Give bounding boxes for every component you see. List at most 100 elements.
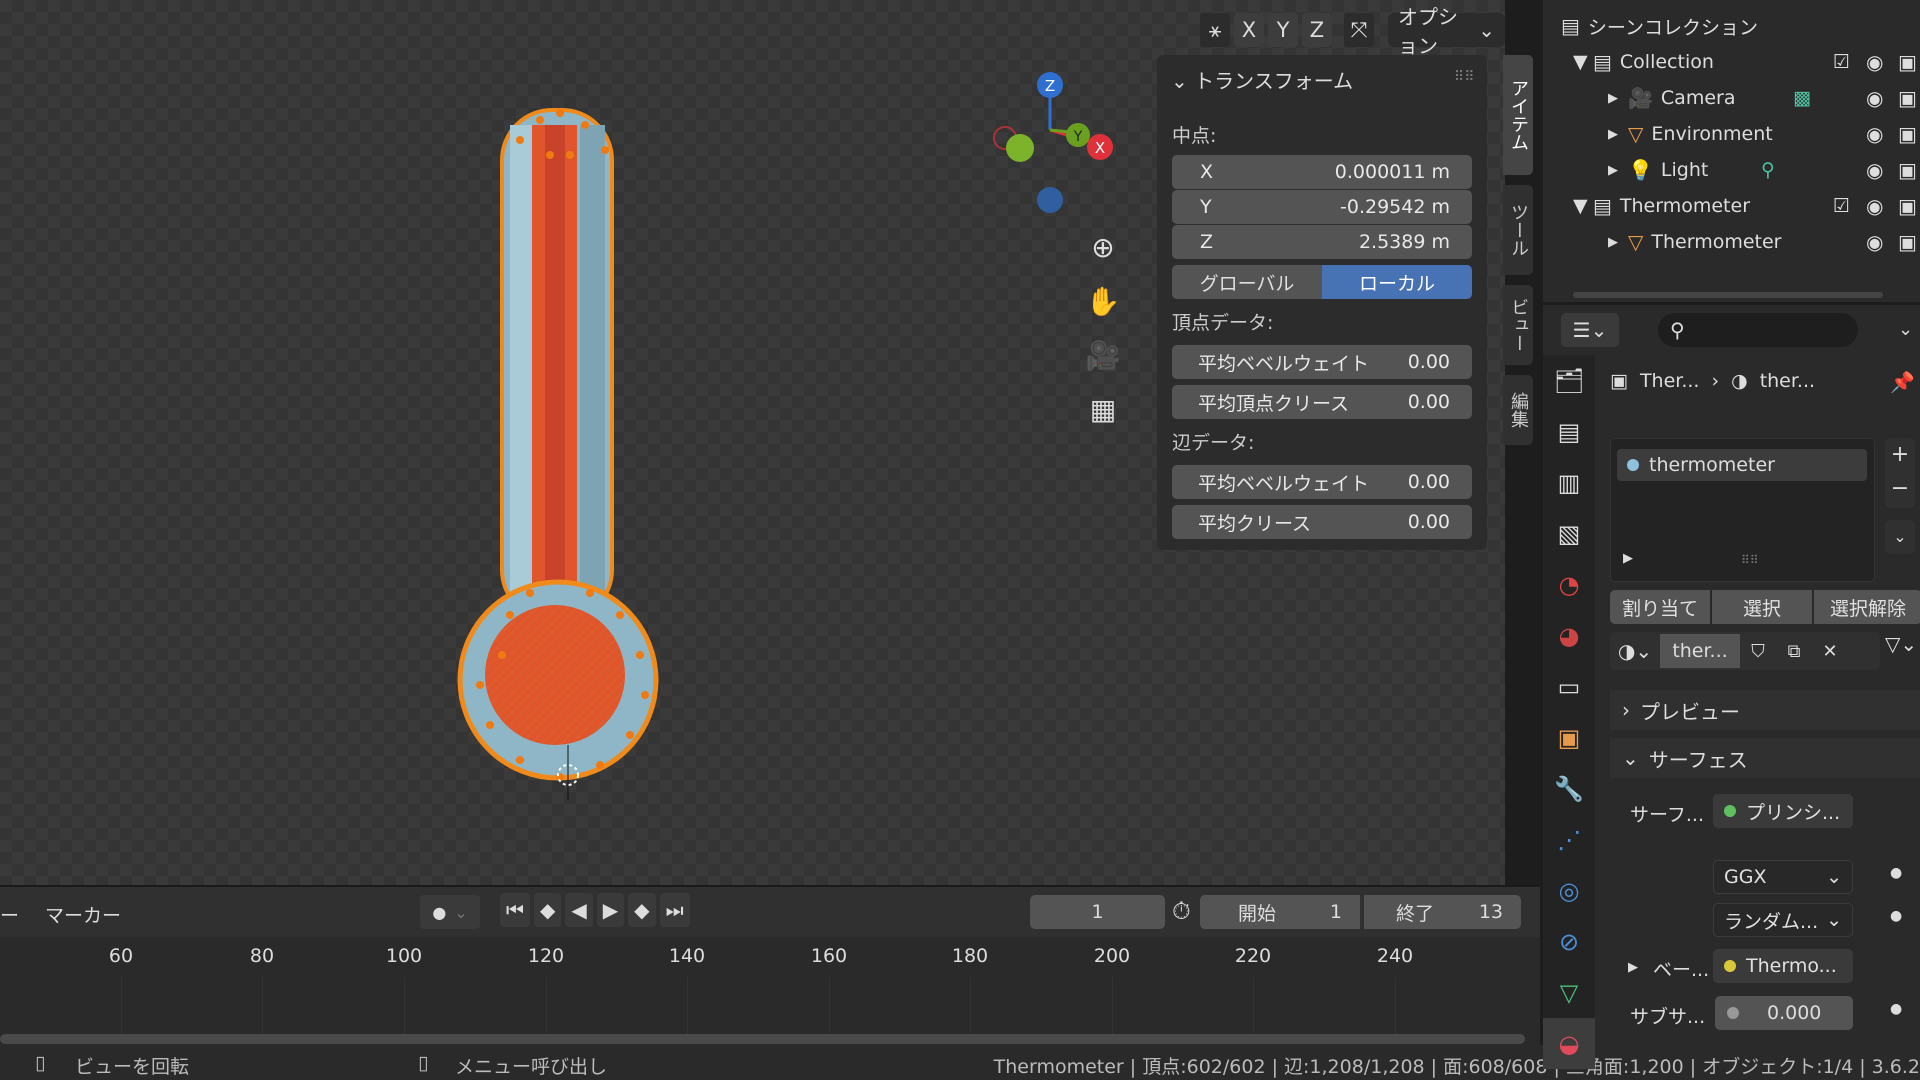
- play-icon[interactable]: ▶: [596, 893, 625, 927]
- link-mesh-icon[interactable]: ▽⌄: [1885, 632, 1917, 656]
- particles-tab-icon[interactable]: ⋰: [1543, 814, 1595, 865]
- axis-y-toggle[interactable]: Y: [1268, 13, 1298, 47]
- tab-view[interactable]: ビュー: [1503, 285, 1533, 365]
- outliner-row[interactable]: ▶ 💡 Light ⚲ ◉ ▣: [1543, 152, 1920, 188]
- axis-z-toggle[interactable]: Z: [1302, 13, 1332, 47]
- material-tab-icon[interactable]: ◒: [1543, 1018, 1595, 1069]
- eye-icon[interactable]: ◉: [1866, 122, 1883, 146]
- assign-button[interactable]: 割り当て: [1610, 590, 1710, 624]
- outliner-row[interactable]: ▶ 🎥 Camera ▩ ◉ ▣: [1543, 80, 1920, 116]
- physics-tab-icon[interactable]: ◎: [1543, 865, 1595, 916]
- pan-hand-icon[interactable]: ✋: [1080, 276, 1126, 326]
- object-tab-icon[interactable]: ▣: [1543, 712, 1595, 763]
- median-x-field[interactable]: X 0.000011 m: [1172, 155, 1472, 189]
- resize-grip-icon[interactable]: ⠿⠿: [1741, 553, 1759, 567]
- mirror-icon[interactable]: ⚹: [1200, 13, 1230, 47]
- edge-crease-field[interactable]: 平均クリース 0.00: [1172, 505, 1472, 539]
- pin-icon[interactable]: 📌: [1890, 370, 1915, 394]
- preview-panel-header[interactable]: › プレビュー: [1610, 690, 1920, 730]
- snap-icon[interactable]: ⤧: [1344, 13, 1374, 47]
- keyframe-dot-icon[interactable]: ●: [1890, 865, 1902, 881]
- distribution-dropdown[interactable]: GGX ⌄: [1713, 860, 1853, 894]
- material-slot-item[interactable]: thermometer: [1617, 449, 1867, 481]
- keyframe-dot-icon[interactable]: ●: [1890, 908, 1902, 924]
- eye-icon[interactable]: ◉: [1866, 86, 1883, 110]
- render-camera-icon[interactable]: ▣: [1898, 50, 1917, 74]
- unlink-x-icon[interactable]: ✕: [1812, 641, 1848, 662]
- eye-icon[interactable]: ◉: [1866, 158, 1883, 182]
- render-camera-icon[interactable]: ▣: [1898, 86, 1917, 110]
- modifier-tab-icon[interactable]: 🔧: [1543, 763, 1595, 814]
- outliner-row[interactable]: ▼ ▤ Thermometer ☑ ◉ ▣: [1543, 188, 1920, 224]
- global-button[interactable]: グローバル: [1172, 265, 1322, 299]
- grid-perspective-icon[interactable]: ▦: [1080, 384, 1126, 434]
- eye-icon[interactable]: ◉: [1866, 194, 1883, 218]
- material-browse-icon[interactable]: ◑⌄: [1610, 639, 1660, 663]
- outliner-row[interactable]: ▼ ▤ Collection ☑ ◉ ▣: [1543, 44, 1920, 80]
- camera-view-icon[interactable]: 🎥: [1080, 330, 1126, 380]
- render-tab-icon[interactable]: ▤: [1543, 406, 1595, 457]
- zoom-icon[interactable]: ⊕: [1080, 222, 1126, 272]
- play-reverse-icon[interactable]: ◀: [565, 893, 593, 927]
- checkbox-icon[interactable]: ☑: [1833, 51, 1850, 73]
- world-tab-icon[interactable]: ◕: [1543, 610, 1595, 661]
- eye-icon[interactable]: ◉: [1866, 230, 1883, 254]
- select-button[interactable]: 選択: [1712, 590, 1812, 624]
- start-frame-field[interactable]: 開始 1: [1200, 895, 1360, 929]
- eye-icon[interactable]: ◉: [1866, 50, 1883, 74]
- jump-start-icon[interactable]: ⏮: [500, 893, 530, 927]
- next-keyframe-icon[interactable]: ◆: [628, 893, 656, 927]
- expand-triangle-icon[interactable]: ▶: [1628, 960, 1638, 975]
- median-z-field[interactable]: Z 2.5389 m: [1172, 225, 1472, 259]
- end-frame-field[interactable]: 終了 13: [1364, 895, 1521, 929]
- view-layer-tab-icon[interactable]: ▧: [1543, 508, 1595, 559]
- fake-user-shield-icon[interactable]: ⛉: [1740, 641, 1776, 662]
- scene-tab-icon[interactable]: ◔: [1543, 559, 1595, 610]
- outliner-row[interactable]: ▶ ▽ Thermometer ◉ ▣: [1543, 224, 1920, 260]
- constraints-tab-icon[interactable]: ⊘: [1543, 916, 1595, 967]
- options-dropdown[interactable]: オプション ⌄: [1388, 5, 1505, 58]
- deselect-button[interactable]: 選択解除: [1814, 590, 1920, 624]
- keyframe-dot-icon[interactable]: ●: [1890, 1001, 1902, 1017]
- remove-slot-icon[interactable]: −: [1885, 472, 1915, 506]
- render-camera-icon[interactable]: ▣: [1898, 158, 1917, 182]
- outliner-scrollbar[interactable]: [1573, 292, 1883, 298]
- timeline-scrollbar[interactable]: [0, 1034, 1525, 1044]
- output-tab-icon[interactable]: ▥: [1543, 457, 1595, 508]
- thermometer-mesh[interactable]: [450, 95, 690, 815]
- local-button[interactable]: ローカル: [1322, 265, 1472, 299]
- tab-edit[interactable]: 編集: [1503, 375, 1533, 445]
- collection-tab-icon[interactable]: ▭: [1543, 661, 1595, 712]
- vertex-bevel-weight-field[interactable]: 平均ベベルウェイト 0.00: [1172, 345, 1472, 379]
- edge-bevel-weight-field[interactable]: 平均ベベルウェイト 0.00: [1172, 465, 1472, 499]
- tab-item[interactable]: アイテム: [1503, 55, 1533, 175]
- surface-panel-header[interactable]: ⌄ サーフェス: [1610, 738, 1920, 778]
- prev-keyframe-icon[interactable]: ◆: [534, 893, 562, 927]
- axis-x-toggle[interactable]: X: [1234, 13, 1264, 47]
- surface-shader-selector[interactable]: プリンシ...: [1713, 794, 1853, 828]
- navigation-gizmo[interactable]: Y X Z: [985, 65, 1125, 220]
- marker-menu[interactable]: マーカー: [45, 901, 121, 928]
- outliner-row[interactable]: ▶ ▽ Environment ◉ ▣: [1543, 116, 1920, 152]
- subsurface-method-dropdown[interactable]: ランダム... ⌄: [1713, 903, 1853, 937]
- render-camera-icon[interactable]: ▣: [1898, 194, 1917, 218]
- 3d-viewport[interactable]: ⚹ X Y Z ⤧ オプション ⌄ Y X Z ⊕ ✋ 🎥 ▦ ⌄ トランスフォー…: [0, 0, 1505, 885]
- checkbox-icon[interactable]: ☑: [1833, 195, 1850, 217]
- render-camera-icon[interactable]: ▣: [1898, 230, 1917, 254]
- keyframe-record-button[interactable]: ● ⌄: [420, 895, 480, 929]
- expand-triangle-icon[interactable]: ▶: [1623, 551, 1633, 566]
- stopwatch-icon[interactable]: ⏱: [1172, 897, 1191, 925]
- current-frame-field[interactable]: 1: [1030, 895, 1165, 929]
- render-camera-icon[interactable]: ▣: [1898, 122, 1917, 146]
- scene-collection-row[interactable]: ▤ シーンコレクション: [1543, 8, 1920, 44]
- vertex-crease-field[interactable]: 平均頂点クリース 0.00: [1172, 385, 1472, 419]
- add-slot-icon[interactable]: +: [1885, 438, 1915, 472]
- median-y-field[interactable]: Y -0.29542 m: [1172, 190, 1472, 224]
- tab-tool[interactable]: ツール: [1503, 185, 1533, 275]
- jump-end-icon[interactable]: ⏭: [659, 893, 690, 927]
- slot-menu-chevron-icon[interactable]: ⌄: [1885, 520, 1915, 554]
- duplicate-icon[interactable]: ⧉: [1776, 641, 1812, 662]
- tool-tab-icon[interactable]: 🗂: [1543, 355, 1595, 406]
- drag-handle-icon[interactable]: ⠿⠿: [1454, 69, 1475, 85]
- material-slot-list[interactable]: thermometer ▶ ⠿⠿: [1610, 438, 1875, 582]
